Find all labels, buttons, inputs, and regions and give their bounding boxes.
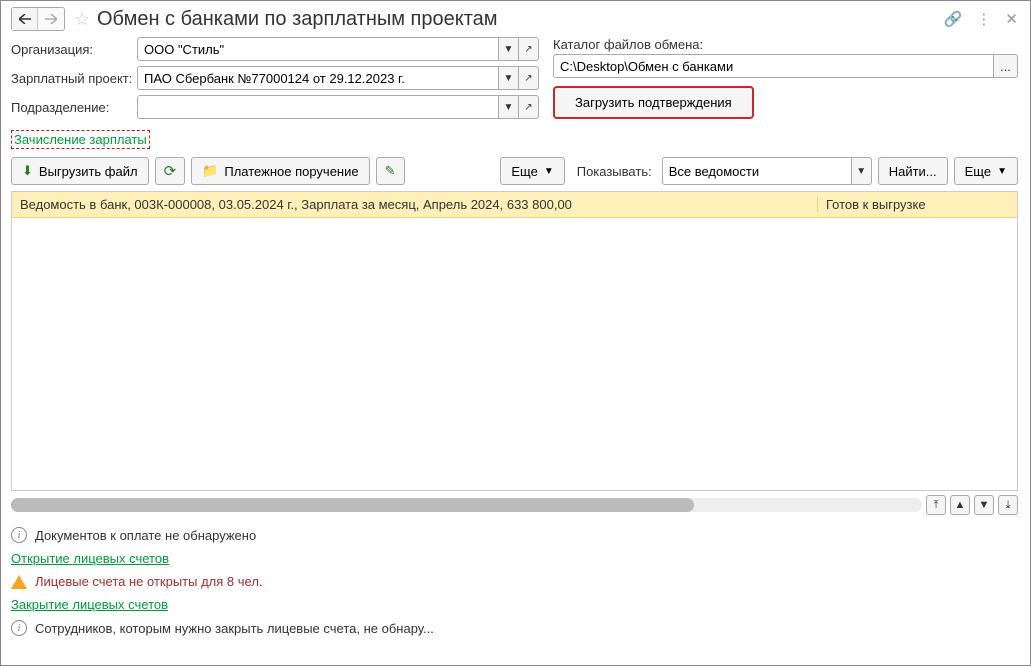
page-title: Обмен с банками по зарплатным проектам (97, 8, 944, 31)
project-open-icon[interactable]: ↗ (519, 66, 539, 90)
filter-dropdown-icon[interactable]: ▼ (852, 157, 872, 185)
open-accounts-link[interactable]: Открытие лицевых счетов (1, 547, 181, 570)
more-button-2[interactable]: Еще ▼ (954, 157, 1018, 185)
pencil-icon: ✎ (385, 163, 396, 179)
project-input[interactable] (137, 66, 499, 90)
menu-icon[interactable]: ⋮ (976, 10, 991, 28)
load-confirmations-button[interactable]: Загрузить подтверждения (553, 86, 754, 119)
scroll-down-button[interactable]: ▼ (974, 495, 994, 515)
org-dropdown-icon[interactable]: ▼ (499, 37, 519, 61)
refresh-button[interactable]: ⟳ (155, 157, 186, 185)
download-icon: ⬇ (22, 163, 33, 179)
project-label: Зарплатный проект: (11, 71, 137, 86)
horizontal-scrollbar[interactable] (11, 498, 922, 512)
doc-description: Ведомость в банк, 003К-000008, 03.05.202… (12, 197, 817, 212)
project-dropdown-icon[interactable]: ▼ (499, 66, 519, 90)
info-icon: i (11, 527, 27, 543)
catalog-input[interactable] (553, 54, 994, 78)
payment-order-button[interactable]: 📁 Платежное поручение (191, 157, 369, 185)
tab-payroll[interactable]: Зачисление зарплаты (11, 130, 150, 149)
dept-dropdown-icon[interactable]: ▼ (499, 95, 519, 119)
export-file-button[interactable]: ⬇ Выгрузить файл (11, 157, 149, 185)
table-row[interactable]: Ведомость в банк, 003К-000008, 03.05.202… (12, 192, 1017, 218)
org-label: Организация: (11, 42, 137, 57)
doc-status: Готов к выгрузке (817, 197, 1017, 212)
more-button-1[interactable]: Еще ▼ (500, 157, 564, 185)
chevron-down-icon: ▼ (544, 166, 554, 177)
warning-text: Лицевые счета не открыты для 8 чел. (35, 574, 263, 589)
find-button[interactable]: Найти... (878, 157, 948, 185)
favorite-star-icon[interactable]: ☆ (71, 8, 93, 30)
refresh-icon: ⟳ (164, 162, 177, 180)
link-icon[interactable]: 🔗 (944, 10, 963, 28)
scroll-up-button[interactable]: ▲ (950, 495, 970, 515)
show-label: Показывать: (577, 164, 652, 179)
no-docs-text: Документов к оплате не обнаружено (35, 528, 256, 543)
forward-button[interactable] (38, 8, 64, 30)
folder-icon: 📁 (202, 163, 218, 179)
warning-icon (11, 575, 27, 589)
info-icon: i (11, 620, 27, 636)
scrollbar-thumb[interactable] (11, 498, 694, 512)
back-button[interactable] (12, 8, 38, 30)
dept-open-icon[interactable]: ↗ (519, 95, 539, 119)
edit-button[interactable]: ✎ (376, 157, 405, 185)
filter-select[interactable] (662, 157, 852, 185)
catalog-label: Каталог файлов обмена: (553, 37, 1018, 52)
scroll-end-button[interactable]: ⤓ (998, 495, 1018, 515)
close-info-text: Сотрудников, которым нужно закрыть лицев… (35, 621, 434, 636)
dept-input[interactable] (137, 95, 499, 119)
close-icon[interactable]: ✕ (1005, 10, 1018, 28)
dept-label: Подразделение: (11, 100, 137, 115)
catalog-browse-button[interactable]: ... (994, 54, 1018, 78)
org-open-icon[interactable]: ↗ (519, 37, 539, 61)
close-accounts-link[interactable]: Закрытие лицевых счетов (1, 593, 180, 616)
org-input[interactable] (137, 37, 499, 61)
scroll-home-button[interactable]: ⤒ (926, 495, 946, 515)
documents-grid[interactable]: Ведомость в банк, 003К-000008, 03.05.202… (11, 191, 1018, 491)
nav-buttons (11, 7, 65, 31)
chevron-down-icon: ▼ (997, 166, 1007, 177)
